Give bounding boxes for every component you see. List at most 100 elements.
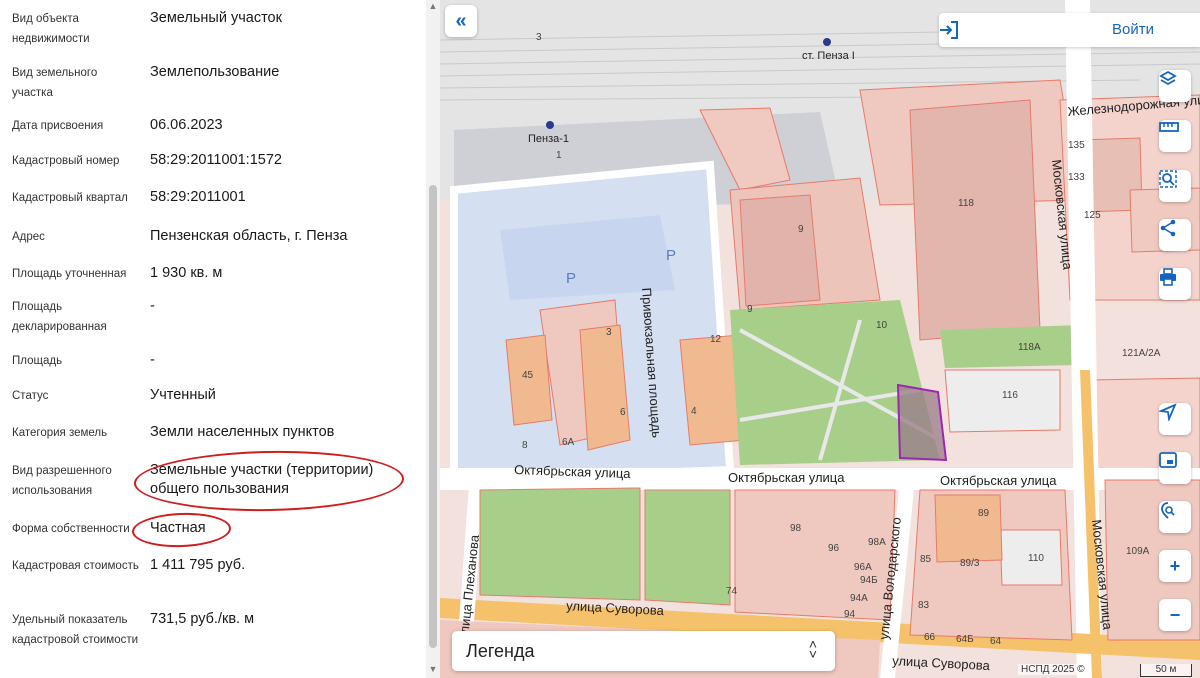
geo-search-button[interactable] — [1159, 501, 1191, 533]
house-number: 4 — [691, 406, 697, 417]
prop-value: Земли населенных пунктов — [150, 424, 335, 440]
scrollbar-thumb[interactable] — [429, 185, 437, 648]
house-number: 116 — [1002, 390, 1018, 401]
building-9 — [739, 194, 821, 307]
locate-button[interactable] — [1159, 403, 1191, 435]
prop-label: Форма собственности — [12, 523, 130, 535]
house-number: 98 — [790, 523, 802, 534]
prop-label: Дата присвоения — [12, 120, 104, 132]
collapse-panel-button[interactable]: « — [445, 5, 477, 37]
prop-value: 58:29:2011001 — [150, 189, 246, 205]
scroll-down-icon[interactable]: ▼ — [426, 664, 440, 674]
house-number: 12 — [710, 334, 722, 345]
prop-label: Площадь декларированная — [12, 301, 107, 333]
house-number: 64Б — [956, 634, 974, 645]
house-number: 9 — [798, 224, 804, 235]
basemap-button[interactable] — [1159, 452, 1191, 484]
area-search-button[interactable] — [1159, 170, 1191, 202]
house-number: 118А — [1018, 342, 1041, 353]
zoom-in-button[interactable]: + — [1159, 550, 1191, 582]
ruler-icon — [1159, 122, 1179, 132]
house-number: 3 — [536, 32, 542, 43]
prop-label: Площадь уточненная — [12, 268, 127, 280]
house-number: 96А — [854, 562, 872, 573]
prop-value: 1 411 795 руб. — [150, 557, 246, 573]
scale-bar: 50 м — [1140, 664, 1192, 677]
house-number: 6А — [562, 437, 575, 448]
layers-button[interactable] — [1159, 70, 1191, 102]
house-number: 8 — [522, 440, 528, 451]
print-button[interactable] — [1159, 268, 1191, 300]
prop-value: 731,5 руб./кв. м — [150, 611, 255, 627]
station-marker — [823, 38, 831, 46]
area-search-icon — [1159, 170, 1177, 188]
plus-icon: + — [1169, 555, 1181, 576]
house-number: 135 — [1068, 140, 1085, 151]
house-number: 83 — [918, 600, 930, 611]
house-number: 85 — [920, 554, 932, 565]
house-number: 66 — [924, 632, 936, 643]
double-chevron-left-icon: « — [455, 9, 467, 32]
building-116 — [944, 369, 1061, 433]
house-number: 133 — [1068, 172, 1085, 183]
geo-search-icon — [1161, 502, 1175, 519]
house-number: 125 — [1084, 210, 1101, 221]
prop-value: - — [150, 298, 155, 314]
ruler-button[interactable] — [1159, 120, 1191, 152]
minus-icon: − — [1169, 604, 1181, 625]
login-button[interactable]: Войти — [939, 13, 1200, 47]
scroll-up-icon[interactable]: ▲ — [426, 1, 440, 11]
share-icon — [1160, 219, 1176, 237]
house-number: 94А — [850, 593, 868, 604]
station-label: ст. Пенза I — [802, 50, 855, 62]
legend-label: Легенда — [466, 641, 535, 661]
annotation-circle-usage — [133, 448, 405, 514]
prop-label: Кадастровая стоимость — [12, 560, 139, 572]
station-marker — [546, 121, 554, 129]
print-icon — [1160, 268, 1176, 286]
house-number: 109А — [1126, 546, 1150, 557]
house-number: 110 — [1028, 553, 1044, 564]
zoom-out-button[interactable]: − — [1159, 599, 1191, 631]
house-number: 3 — [606, 327, 612, 338]
prop-label: Статус — [12, 390, 49, 402]
house-number: 118 — [958, 198, 974, 209]
house-number: 98А — [868, 537, 886, 548]
house-number: 89/3 — [960, 558, 980, 569]
park — [644, 489, 731, 606]
street-label: улица Суворова — [892, 653, 991, 673]
parking-label: P — [666, 247, 676, 264]
house-number: 121А/2А — [1122, 348, 1161, 359]
map-canvas[interactable]: Октябрьская улица Октябрьская улица Октя… — [440, 0, 1200, 678]
prop-label: Удельный показатель кадастровой стоимост… — [12, 614, 139, 646]
house-number: 45 — [522, 370, 534, 381]
prop-label: Кадастровый квартал — [12, 192, 128, 204]
station-label: Пенза-1 — [528, 133, 569, 145]
prop-label: Адрес — [12, 231, 45, 243]
copyright-text: НСПД 2025 © — [1018, 664, 1088, 675]
navigation-arrow-icon — [1159, 403, 1177, 421]
building-85 — [934, 494, 1003, 563]
prop-value: Землепользование — [150, 64, 280, 80]
share-button[interactable] — [1159, 219, 1191, 251]
house-number: 94Б — [860, 575, 878, 586]
legend-dropdown[interactable]: Легенда ˄ ˅ — [452, 631, 835, 671]
prop-label: Площадь — [12, 355, 63, 367]
map-view[interactable]: Октябрьская улица Октябрьская улица Октя… — [440, 0, 1200, 678]
panel-scrollbar[interactable]: ▲ ▼ — [426, 0, 440, 678]
layers-icon — [1159, 70, 1177, 86]
prop-value: 1 930 кв. м — [150, 265, 223, 281]
selected-parcel — [896, 383, 948, 462]
house-number: 9 — [747, 304, 753, 315]
login-icon — [940, 21, 958, 39]
prop-label: Вид объекта недвижимости — [12, 13, 90, 45]
park — [479, 487, 641, 601]
parking-label: P — [566, 270, 576, 287]
house-number: 10 — [876, 320, 888, 331]
login-label: Войти — [1112, 21, 1154, 38]
property-panel: Вид объекта недвижимости Земельный участ… — [0, 0, 426, 678]
chevron-up-down-icon: ˄ ˅ — [808, 636, 817, 662]
prop-label: Вид разрешенного использования — [12, 465, 112, 497]
prop-label: Вид земельного участка — [12, 67, 98, 99]
prop-label: Кадастровый номер — [12, 155, 120, 167]
